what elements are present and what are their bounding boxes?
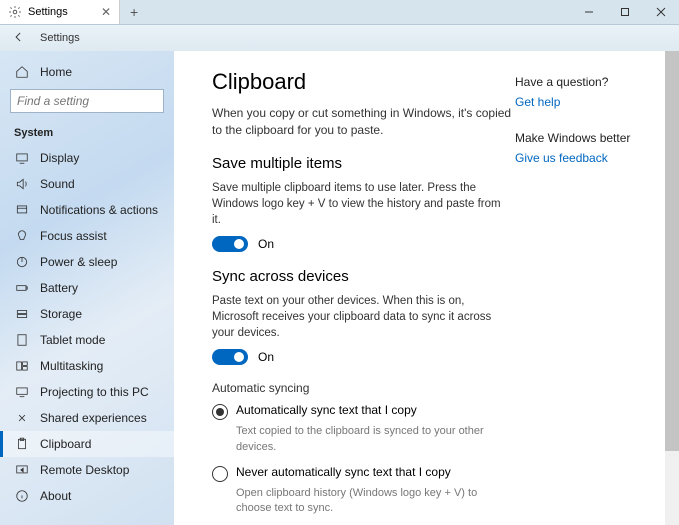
sidebar-category: System [0, 117, 174, 145]
sidebar-item-about[interactable]: About [0, 483, 174, 509]
page-title: Clipboard [212, 69, 515, 95]
sync-heading: Sync across devices [212, 268, 515, 285]
radio-subtext: Text copied to the clipboard is synced t… [236, 424, 515, 455]
app-toolbar: Settings [0, 25, 679, 51]
sidebar-item-multitasking[interactable]: Multitasking [0, 353, 174, 379]
sidebar-item-power-sleep[interactable]: Power & sleep [0, 249, 174, 275]
power-icon [14, 254, 30, 270]
search-box[interactable] [10, 89, 164, 113]
radio-icon [212, 404, 228, 420]
multitasking-icon [14, 358, 30, 374]
scrollbar[interactable] [665, 51, 679, 525]
storage-icon [14, 306, 30, 322]
sidebar-home[interactable]: Home [0, 59, 174, 85]
about-icon [14, 488, 30, 504]
window-controls [571, 0, 679, 24]
remote-desktop-icon [14, 462, 30, 478]
rail-feedback-head: Make Windows better [515, 131, 645, 145]
get-help-link[interactable]: Get help [515, 95, 645, 109]
radio-subtext: Open clipboard history (Windows logo key… [236, 486, 515, 517]
tab-label: Settings [28, 6, 68, 18]
sidebar-item-label: Power & sleep [40, 255, 117, 269]
sidebar-item-label: Storage [40, 307, 82, 321]
sidebar-item-shared[interactable]: Shared experiences [0, 405, 174, 431]
toggle-switch-icon [212, 349, 248, 365]
sidebar-item-label: Notifications & actions [40, 203, 158, 217]
sidebar-item-label: Home [40, 65, 72, 79]
new-tab-button[interactable]: + [120, 0, 148, 24]
content-area: Clipboard When you copy or cut something… [174, 51, 665, 525]
sidebar-item-label: Display [40, 151, 79, 165]
toggle-label: On [258, 237, 274, 251]
toolbar-title: Settings [40, 32, 80, 44]
radio-icon [212, 466, 228, 482]
browser-titlebar: Settings ✕ + [0, 0, 679, 25]
display-icon [14, 150, 30, 166]
sidebar-item-label: Multitasking [40, 359, 103, 373]
tablet-icon [14, 332, 30, 348]
scrollbar-thumb[interactable] [665, 51, 679, 451]
home-icon [14, 64, 30, 80]
back-button[interactable] [12, 30, 26, 47]
sidebar-item-label: Battery [40, 281, 78, 295]
clipboard-icon [14, 436, 30, 452]
sidebar-item-battery[interactable]: Battery [0, 275, 174, 301]
sync-toggle[interactable]: On [212, 349, 515, 365]
search-input[interactable] [17, 94, 174, 108]
sidebar-item-focus-assist[interactable]: Focus assist [0, 223, 174, 249]
toggle-switch-icon [212, 236, 248, 252]
maximize-button[interactable] [607, 0, 643, 24]
sidebar-item-projecting[interactable]: Projecting to this PC [0, 379, 174, 405]
sidebar-item-label: Sound [40, 177, 75, 191]
page-lead: When you copy or cut something in Window… [212, 105, 512, 139]
radio-label: Never automatically sync text that I cop… [236, 465, 451, 479]
minimize-button[interactable] [571, 0, 607, 24]
focus-assist-icon [14, 228, 30, 244]
sidebar-item-storage[interactable]: Storage [0, 301, 174, 327]
radio-label: Automatically sync text that I copy [236, 403, 417, 417]
sidebar-item-sound[interactable]: Sound [0, 171, 174, 197]
save-toggle[interactable]: On [212, 236, 515, 252]
sidebar-item-label: About [40, 489, 71, 503]
sidebar-item-display[interactable]: Display [0, 145, 174, 171]
settings-gear-icon [8, 5, 22, 19]
sidebar-item-label: Clipboard [40, 437, 91, 451]
sidebar-item-notifications[interactable]: Notifications & actions [0, 197, 174, 223]
rail-question-head: Have a question? [515, 75, 645, 89]
close-tab-icon[interactable]: ✕ [101, 5, 111, 19]
sidebar-item-label: Focus assist [40, 229, 107, 243]
save-heading: Save multiple items [212, 155, 515, 172]
browser-tab[interactable]: Settings ✕ [0, 0, 120, 24]
sidebar: Home System Display Sound Notifications … [0, 51, 174, 525]
toggle-label: On [258, 350, 274, 364]
sidebar-item-remote-desktop[interactable]: Remote Desktop [0, 457, 174, 483]
sidebar-search [10, 89, 164, 113]
help-rail: Have a question? Get help Make Windows b… [515, 69, 645, 515]
shared-icon [14, 410, 30, 426]
sync-desc: Paste text on your other devices. When t… [212, 293, 512, 341]
auto-sync-subhead: Automatic syncing [212, 381, 515, 395]
sidebar-item-label: Tablet mode [40, 333, 105, 347]
feedback-link[interactable]: Give us feedback [515, 151, 645, 165]
sidebar-item-label: Shared experiences [40, 411, 147, 425]
projecting-icon [14, 384, 30, 400]
sidebar-item-tablet-mode[interactable]: Tablet mode [0, 327, 174, 353]
radio-never-sync[interactable]: Never automatically sync text that I cop… [212, 465, 515, 482]
notifications-icon [14, 202, 30, 218]
sidebar-item-label: Remote Desktop [40, 463, 129, 477]
main-column: Clipboard When you copy or cut something… [212, 69, 515, 515]
sound-icon [14, 176, 30, 192]
close-window-button[interactable] [643, 0, 679, 24]
save-desc: Save multiple clipboard items to use lat… [212, 180, 512, 228]
sidebar-item-clipboard[interactable]: Clipboard [0, 431, 174, 457]
battery-icon [14, 280, 30, 296]
radio-auto-sync[interactable]: Automatically sync text that I copy [212, 403, 515, 420]
sidebar-item-label: Projecting to this PC [40, 385, 149, 399]
